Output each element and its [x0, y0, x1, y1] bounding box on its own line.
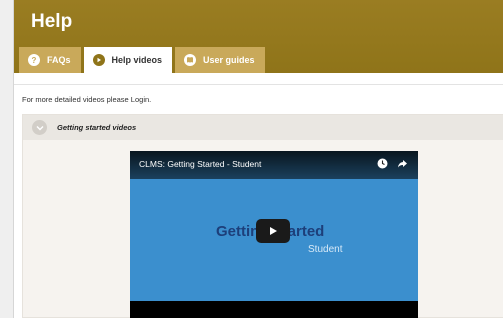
- chevron-down-icon[interactable]: [32, 120, 47, 135]
- slide-subtitle: Student: [308, 244, 343, 255]
- share-icon[interactable]: [397, 158, 408, 169]
- tab-label: User guides: [203, 55, 255, 65]
- tab-user-guides[interactable]: User guides: [175, 47, 265, 73]
- tab-label: Help videos: [111, 55, 163, 65]
- video-player[interactable]: CLMS: Getting Started - Student Getting …: [130, 151, 418, 318]
- tab-faqs[interactable]: ? FAQs: [19, 47, 81, 73]
- tab-bar: ? FAQs Help videos User guides: [19, 47, 265, 73]
- video-title[interactable]: CLMS: Getting Started - Student: [139, 159, 261, 169]
- login-note: For more detailed videos please Login.: [22, 95, 152, 104]
- question-icon: ?: [28, 54, 40, 66]
- help-header: Help ? FAQs Help videos User guides: [14, 0, 503, 73]
- page-title: Help: [31, 11, 73, 32]
- video-bottom-bar: [130, 301, 418, 318]
- help-panel: Help ? FAQs Help videos User guides For …: [13, 0, 503, 318]
- section-header[interactable]: Getting started videos: [23, 115, 503, 140]
- tab-help-videos[interactable]: Help videos: [83, 47, 173, 73]
- tab-label: FAQs: [47, 55, 71, 65]
- book-icon: [184, 54, 197, 66]
- divider: [14, 84, 503, 85]
- watch-later-icon[interactable]: [377, 158, 388, 169]
- getting-started-section: Getting started videos CLMS: Getting Sta…: [22, 114, 503, 318]
- section-title: Getting started videos: [57, 123, 137, 132]
- play-icon: [270, 227, 277, 235]
- play-icon: [92, 54, 105, 66]
- play-button[interactable]: [256, 219, 290, 243]
